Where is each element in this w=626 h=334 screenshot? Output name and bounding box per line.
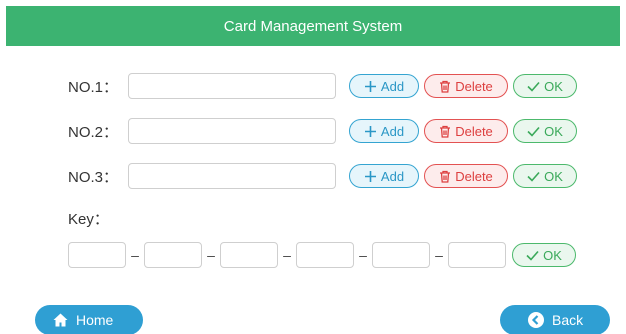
back-label: Back [552, 312, 584, 328]
add-button[interactable]: Add [349, 164, 419, 188]
card-label: NO.2： [68, 123, 119, 141]
home-label: Home [76, 312, 114, 328]
ok-label: OK [544, 78, 563, 94]
key-segment-1[interactable] [68, 242, 126, 268]
page-title: Card Management System [223, 17, 403, 35]
add-button[interactable]: Add [349, 119, 419, 143]
key-segment-4[interactable] [296, 242, 354, 268]
key-separator: – [359, 247, 367, 263]
key-separator: – [283, 247, 291, 263]
key-segment-5[interactable] [372, 242, 430, 268]
card-input-3[interactable] [128, 163, 336, 189]
home-button[interactable]: Home [35, 305, 143, 334]
app-header: Card Management System [6, 6, 620, 46]
plus-icon [364, 125, 376, 137]
add-button[interactable]: Add [349, 74, 419, 98]
home-icon [53, 313, 68, 327]
ok-label: OK [544, 168, 563, 184]
add-label: Add [380, 78, 405, 94]
key-segment-3[interactable] [220, 242, 278, 268]
key-separator: – [435, 247, 443, 263]
ok-button[interactable]: OK [513, 119, 577, 143]
key-separator: – [207, 247, 215, 263]
delete-label: Delete [455, 168, 493, 184]
key-segment-6[interactable] [448, 242, 506, 268]
plus-icon [364, 80, 376, 92]
key-ok-button[interactable]: OK [512, 243, 576, 267]
ok-label: OK [544, 123, 563, 139]
add-label: Add [380, 168, 405, 184]
check-icon [527, 81, 540, 92]
card-row-3: NO.3： Add Delete OK [68, 163, 582, 189]
card-label: NO.1： [68, 78, 119, 96]
trash-icon [440, 80, 451, 93]
trash-icon [440, 170, 451, 183]
key-row: – – – – – OK [68, 242, 581, 268]
trash-icon [440, 125, 451, 138]
ok-label: OK [543, 247, 562, 263]
back-button[interactable]: Back [500, 305, 610, 334]
key-label: Key： [68, 211, 109, 228]
plus-icon [364, 170, 376, 182]
delete-button[interactable]: Delete [424, 119, 508, 143]
delete-button[interactable]: Delete [424, 74, 508, 98]
check-icon [526, 250, 539, 261]
card-input-2[interactable] [128, 118, 336, 144]
card-row-1: NO.1： Add Delete OK [68, 73, 582, 99]
key-segment-2[interactable] [144, 242, 202, 268]
delete-label: Delete [455, 123, 493, 139]
key-separator: – [131, 247, 139, 263]
card-input-1[interactable] [128, 73, 336, 99]
back-arrow-icon [528, 312, 544, 328]
add-label: Add [380, 123, 405, 139]
card-row-2: NO.2： Add Delete OK [68, 118, 582, 144]
ok-button[interactable]: OK [513, 74, 577, 98]
card-label: NO.3： [68, 168, 119, 186]
delete-button[interactable]: Delete [424, 164, 508, 188]
check-icon [527, 126, 540, 137]
ok-button[interactable]: OK [513, 164, 577, 188]
delete-label: Delete [455, 78, 493, 94]
check-icon [527, 171, 540, 182]
